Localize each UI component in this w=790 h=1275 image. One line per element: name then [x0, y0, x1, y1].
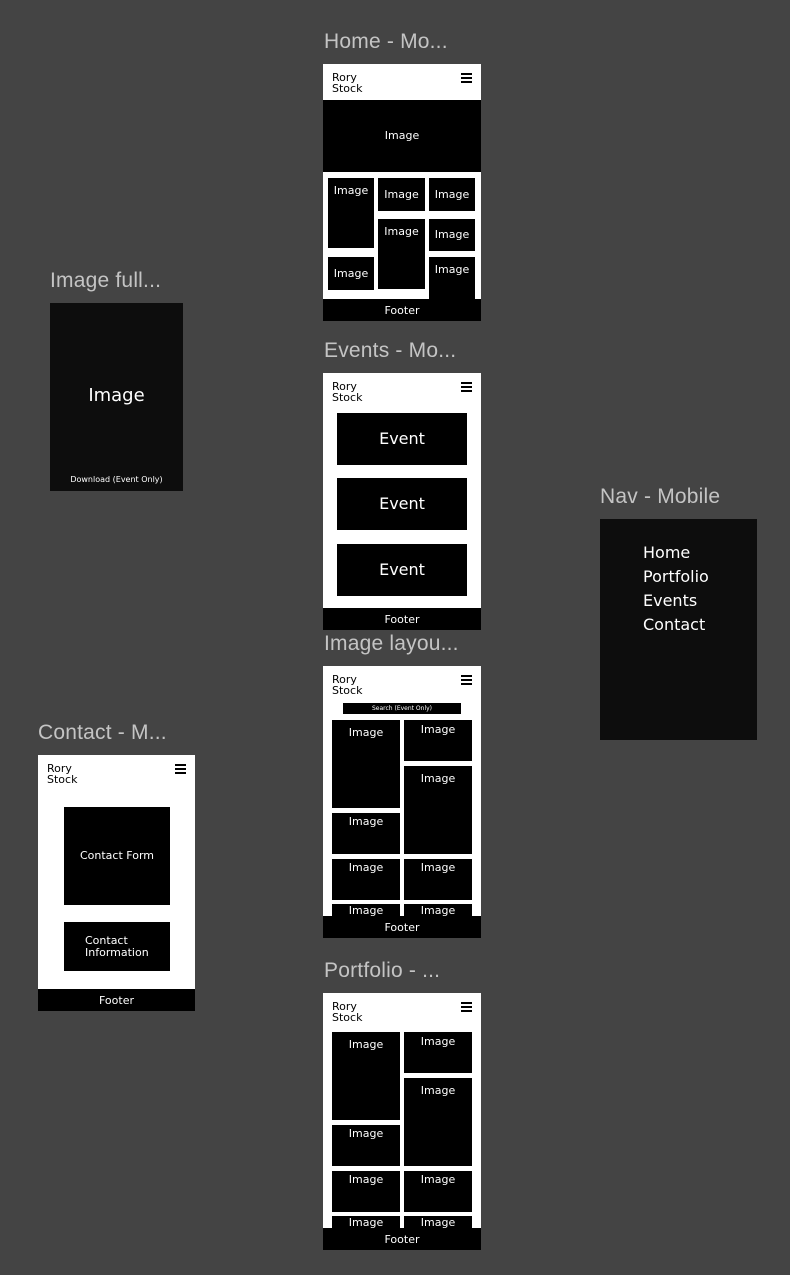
gallery-image[interactable]: Image	[404, 766, 472, 854]
gallery-image[interactable]: Image	[429, 178, 475, 211]
hero-image[interactable]: Image	[323, 100, 481, 172]
footer: Footer	[38, 989, 195, 1011]
logo[interactable]: Rory Stock	[332, 72, 362, 94]
frame-nav[interactable]: Home Portfolio Events Contact	[600, 519, 757, 740]
event-card[interactable]: Event	[337, 413, 467, 465]
gallery-image[interactable]: Image	[378, 178, 425, 211]
gallery-image[interactable]: Image	[332, 859, 400, 900]
frame-title-image-full: Image full...	[50, 269, 162, 292]
hamburger-menu-icon[interactable]	[175, 764, 186, 774]
nav-link-home[interactable]: Home	[643, 544, 690, 562]
frame-portfolio[interactable]: Rory Stock Image Image Image Image Image…	[323, 993, 481, 1250]
gallery-image[interactable]: Image	[332, 1032, 400, 1120]
hamburger-menu-icon[interactable]	[461, 1002, 472, 1012]
gallery-image[interactable]: Image	[404, 720, 472, 761]
frame-title-events: Events - Mo...	[324, 339, 457, 362]
gallery-image[interactable]: Image	[332, 1171, 400, 1212]
frame-image-full[interactable]: Image Download (Event Only)	[50, 303, 183, 491]
logo[interactable]: Rory Stock	[47, 763, 77, 785]
frame-title-home: Home - Mo...	[324, 30, 448, 53]
event-card[interactable]: Event	[337, 478, 467, 530]
search-bar[interactable]: Search (Event Only)	[343, 703, 461, 714]
hamburger-menu-icon[interactable]	[461, 73, 472, 83]
frame-contact[interactable]: Rory Stock Contact Form Contact Informat…	[38, 755, 195, 1011]
frame-home[interactable]: Rory Stock Image Image Image Image Image…	[323, 64, 481, 321]
frame-title-image-layout: Image layou...	[324, 632, 459, 655]
logo[interactable]: Rory Stock	[332, 381, 362, 403]
footer: Footer	[323, 916, 481, 938]
download-button[interactable]: Download (Event Only)	[50, 475, 183, 484]
gallery-image[interactable]: Image	[404, 1078, 472, 1166]
gallery-image[interactable]: Image	[404, 1171, 472, 1212]
frame-title-contact: Contact - M...	[38, 721, 167, 744]
hamburger-menu-icon[interactable]	[461, 382, 472, 392]
gallery-image[interactable]: Image	[429, 219, 475, 251]
frame-image-layout[interactable]: Rory Stock Search (Event Only) Image Ima…	[323, 666, 481, 938]
frame-events[interactable]: Rory Stock Event Event Event Footer	[323, 373, 481, 630]
nav-link-contact[interactable]: Contact	[643, 616, 705, 634]
gallery-image[interactable]: Image	[378, 219, 425, 289]
nav-link-portfolio[interactable]: Portfolio	[643, 568, 709, 586]
footer: Footer	[323, 1228, 481, 1250]
event-card[interactable]: Event	[337, 544, 467, 596]
gallery-image[interactable]: Image	[404, 859, 472, 900]
frame-title-nav: Nav - Mobile	[600, 485, 721, 508]
gallery-image[interactable]: Image	[429, 257, 475, 302]
gallery-image[interactable]: Image	[332, 813, 400, 854]
gallery-image[interactable]: Image	[332, 720, 400, 808]
nav-link-events[interactable]: Events	[643, 592, 697, 610]
frame-title-portfolio: Portfolio - ...	[324, 959, 441, 982]
gallery-image[interactable]: Image	[332, 1125, 400, 1166]
logo[interactable]: Rory Stock	[332, 1001, 362, 1023]
full-image[interactable]: Image	[50, 385, 183, 406]
gallery-image[interactable]: Image	[328, 257, 374, 290]
contact-information: Contact Information	[64, 922, 170, 971]
gallery-image[interactable]: Image	[328, 178, 374, 248]
gallery-image[interactable]: Image	[404, 1032, 472, 1073]
contact-form[interactable]: Contact Form	[64, 807, 170, 905]
hamburger-menu-icon[interactable]	[461, 675, 472, 685]
logo[interactable]: Rory Stock	[332, 674, 362, 696]
footer: Footer	[323, 299, 481, 321]
footer: Footer	[323, 608, 481, 630]
